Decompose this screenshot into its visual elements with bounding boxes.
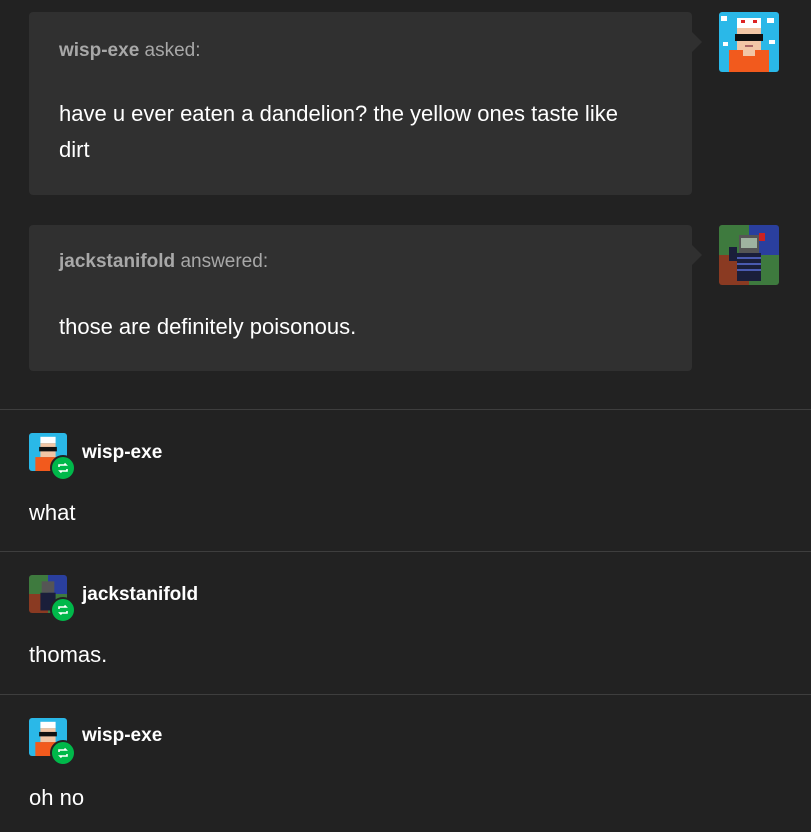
jackstanifold-avatar[interactable] [719,225,779,285]
answer-post: jackstanifold answered: those are defini… [0,205,811,410]
reply-text: what [29,500,76,525]
reblog-icon [50,740,76,766]
ask-bubble: wisp-exe asked: have u ever eaten a dand… [29,12,702,195]
answer-bubble: jackstanifold answered: those are defini… [29,225,702,371]
asker-username[interactable]: wisp-exe [59,40,139,61]
reply-username[interactable]: wisp-exe [82,442,162,464]
reply-text: thomas. [29,642,108,667]
wisp-exe-avatar[interactable] [29,718,76,766]
reply-username[interactable]: jackstanifold [82,584,198,606]
answerer-username[interactable]: jackstanifold [59,251,175,272]
ask-post: wisp-exe asked: have u ever eaten a dand… [0,0,811,205]
ask-verb: asked: [144,40,201,61]
answer-header: jackstanifold answered: [59,251,268,273]
ask-body: have u ever eaten a dandelion? the yello… [59,101,618,162]
reply-username[interactable]: wisp-exe [82,725,162,747]
reblog-icon [50,597,76,623]
ask-header: wisp-exe asked: [59,40,201,62]
reblog-reply: jackstanifold thomas. [0,552,811,694]
answer-body: those are definitely poisonous. [59,314,357,339]
answer-verb: answered: [180,251,269,272]
reblog-reply: wisp-exe what [0,410,811,551]
reply-text: oh no [29,785,85,810]
jackstanifold-avatar[interactable] [29,575,76,623]
reblog-reply: wisp-exe oh no [0,695,811,832]
wisp-exe-avatar[interactable] [29,433,76,481]
wisp-exe-avatar[interactable] [719,12,779,72]
reblog-icon [50,455,76,481]
